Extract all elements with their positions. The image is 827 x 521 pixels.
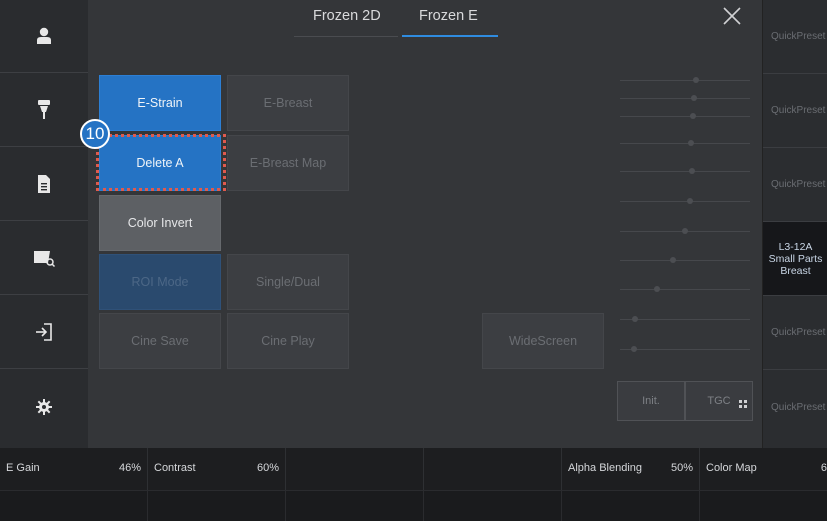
quick-preset-4[interactable]: QuickPreset xyxy=(763,296,827,370)
left-sidebar xyxy=(0,0,88,448)
e-strain-button[interactable]: E-Strain xyxy=(99,75,221,131)
e-breast-map-button[interactable]: E-Breast Map xyxy=(227,135,349,191)
image-zoom-icon xyxy=(32,248,56,268)
preset-probe-label: L3-12A xyxy=(778,240,813,253)
settings-gear-icon xyxy=(36,398,52,415)
quick-preset-3[interactable]: QuickPreset xyxy=(763,148,827,222)
alpha-blending-value: 50% xyxy=(670,462,693,474)
alpha-blending-control[interactable]: Alpha Blending 50% xyxy=(562,448,700,490)
quick-preset-panel: QuickPreset QuickPreset QuickPreset L3-1… xyxy=(762,0,827,448)
cine-play-button[interactable]: Cine Play xyxy=(227,313,349,369)
bottom-row2-cell[interactable] xyxy=(286,490,424,521)
sidebar-item-report[interactable] xyxy=(0,148,88,221)
tab-frozen-e[interactable]: Frozen E xyxy=(419,8,478,24)
color-invert-button[interactable]: Color Invert xyxy=(99,195,221,251)
e-gain-value: 46% xyxy=(118,462,141,474)
probe-icon xyxy=(37,100,51,120)
sidebar-item-settings[interactable] xyxy=(0,370,88,443)
bottom-row2-cell[interactable] xyxy=(424,490,562,521)
alpha-blending-label: Alpha Blending xyxy=(568,462,643,474)
init-button[interactable]: Init. xyxy=(617,381,685,421)
active-preset[interactable]: L3-12A Small Parts Breast xyxy=(763,222,827,296)
e-gain-label: E Gain xyxy=(6,462,40,474)
exit-icon xyxy=(35,323,53,341)
contrast-control[interactable]: Contrast 60% xyxy=(148,448,286,490)
sidebar-item-patient[interactable] xyxy=(0,0,88,73)
tab-underline xyxy=(294,36,398,37)
preset-app-label: Small Parts xyxy=(768,252,823,265)
bottom-row2-cell[interactable] xyxy=(700,490,827,521)
cine-save-button[interactable]: Cine Save xyxy=(99,313,221,369)
user-icon xyxy=(36,27,52,45)
empty-control-2[interactable] xyxy=(424,448,562,490)
ultrasound-touch-panel: Frozen 2D Frozen E E-Strain E-Breast Del… xyxy=(0,0,827,521)
preset-sub-label: Breast xyxy=(780,264,811,277)
tgc-label: TGC xyxy=(707,395,731,407)
color-map-label: Color Map xyxy=(706,462,757,474)
contrast-value: 60% xyxy=(256,462,279,474)
bottom-row2-cell[interactable] xyxy=(148,490,286,521)
tab-frozen-2d[interactable]: Frozen 2D xyxy=(313,8,381,24)
quick-preset-1[interactable]: QuickPreset xyxy=(763,0,827,74)
close-button[interactable] xyxy=(720,4,744,28)
sidebar-item-review[interactable] xyxy=(0,222,88,295)
color-map-control[interactable]: Color Map 6 xyxy=(700,448,827,490)
contrast-label: Contrast xyxy=(154,462,196,474)
grid-dots-icon xyxy=(739,399,747,411)
roi-mode-button[interactable]: ROI Mode xyxy=(99,254,221,310)
quick-preset-2[interactable]: QuickPreset xyxy=(763,74,827,148)
bottom-row2-cell[interactable] xyxy=(562,490,700,521)
e-breast-button[interactable]: E-Breast xyxy=(227,75,349,131)
sidebar-item-probe[interactable] xyxy=(0,74,88,147)
color-map-value: 6 xyxy=(820,462,827,474)
annotation-highlight-box xyxy=(96,134,226,191)
single-dual-button[interactable]: Single/Dual xyxy=(227,254,349,310)
close-icon xyxy=(720,7,744,32)
quick-preset-5[interactable]: QuickPreset xyxy=(763,370,827,444)
document-icon xyxy=(37,175,51,193)
widescreen-button[interactable]: WideScreen xyxy=(482,313,604,369)
bottom-row2-cell[interactable] xyxy=(0,490,148,521)
empty-control-1[interactable] xyxy=(286,448,424,490)
tgc-button[interactable]: TGC xyxy=(685,381,753,421)
sidebar-item-exit[interactable] xyxy=(0,296,88,369)
annotation-callout-badge: 10 xyxy=(80,119,110,149)
e-gain-control[interactable]: E Gain 46% xyxy=(0,448,148,490)
active-tab-underline xyxy=(402,35,498,37)
